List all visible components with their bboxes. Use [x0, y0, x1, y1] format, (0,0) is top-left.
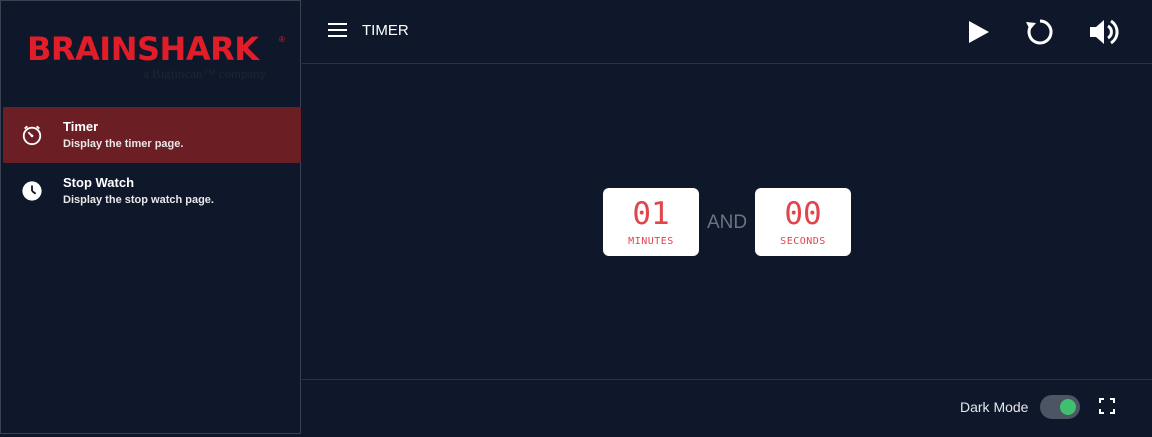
fullscreen-icon[interactable] — [1099, 398, 1115, 414]
sidebar-item-title: Timer — [63, 119, 99, 134]
logo-registered-mark: ® — [279, 35, 285, 44]
app-window: BRAINSHARK ® a Bigtincan™ company Timer … — [0, 0, 1152, 437]
restart-icon[interactable] — [1022, 14, 1058, 50]
sidebar-item-title: Stop Watch — [63, 175, 135, 190]
sidebar-item-subtitle: Display the timer page. — [63, 138, 184, 150]
sidebar-item-timer[interactable]: Timer Display the timer page. — [3, 107, 301, 163]
toggle-knob — [1060, 399, 1076, 415]
volume-icon[interactable] — [1086, 14, 1122, 50]
timer-icon — [22, 125, 42, 146]
seconds-box[interactable]: 00 SECONDS — [755, 188, 851, 256]
minutes-box[interactable]: 01 MINUTES — [603, 188, 699, 256]
sidebar: BRAINSHARK ® a Bigtincan™ company Timer … — [0, 0, 301, 434]
minutes-value: 01 — [632, 196, 670, 232]
dark-mode-toggle[interactable] — [1040, 395, 1080, 419]
top-bar: TIMER — [302, 0, 1152, 64]
minutes-label: MINUTES — [628, 236, 674, 247]
logo-tagline: a Bigtincan™ company — [143, 66, 267, 81]
and-separator: AND — [707, 212, 748, 233]
seconds-label: SECONDS — [780, 236, 826, 247]
logo-wordmark: BRAINSHARK — [27, 30, 259, 68]
sidebar-item-stop-watch[interactable]: Stop Watch Display the stop watch page. — [3, 163, 301, 219]
footer-bar: Dark Mode — [302, 379, 1152, 435]
clock-icon — [22, 181, 42, 201]
dark-mode-label: Dark Mode — [960, 399, 1029, 415]
sidebar-item-subtitle: Display the stop watch page. — [63, 194, 214, 206]
play-icon[interactable] — [960, 14, 996, 50]
menu-icon[interactable] — [328, 21, 348, 39]
timer-panel: 01 MINUTES AND 00 SECONDS — [302, 65, 1152, 379]
brainshark-logo: BRAINSHARK ® a Bigtincan™ company — [27, 31, 287, 87]
seconds-value: 00 — [784, 196, 822, 232]
page-title: TIMER — [362, 22, 409, 39]
